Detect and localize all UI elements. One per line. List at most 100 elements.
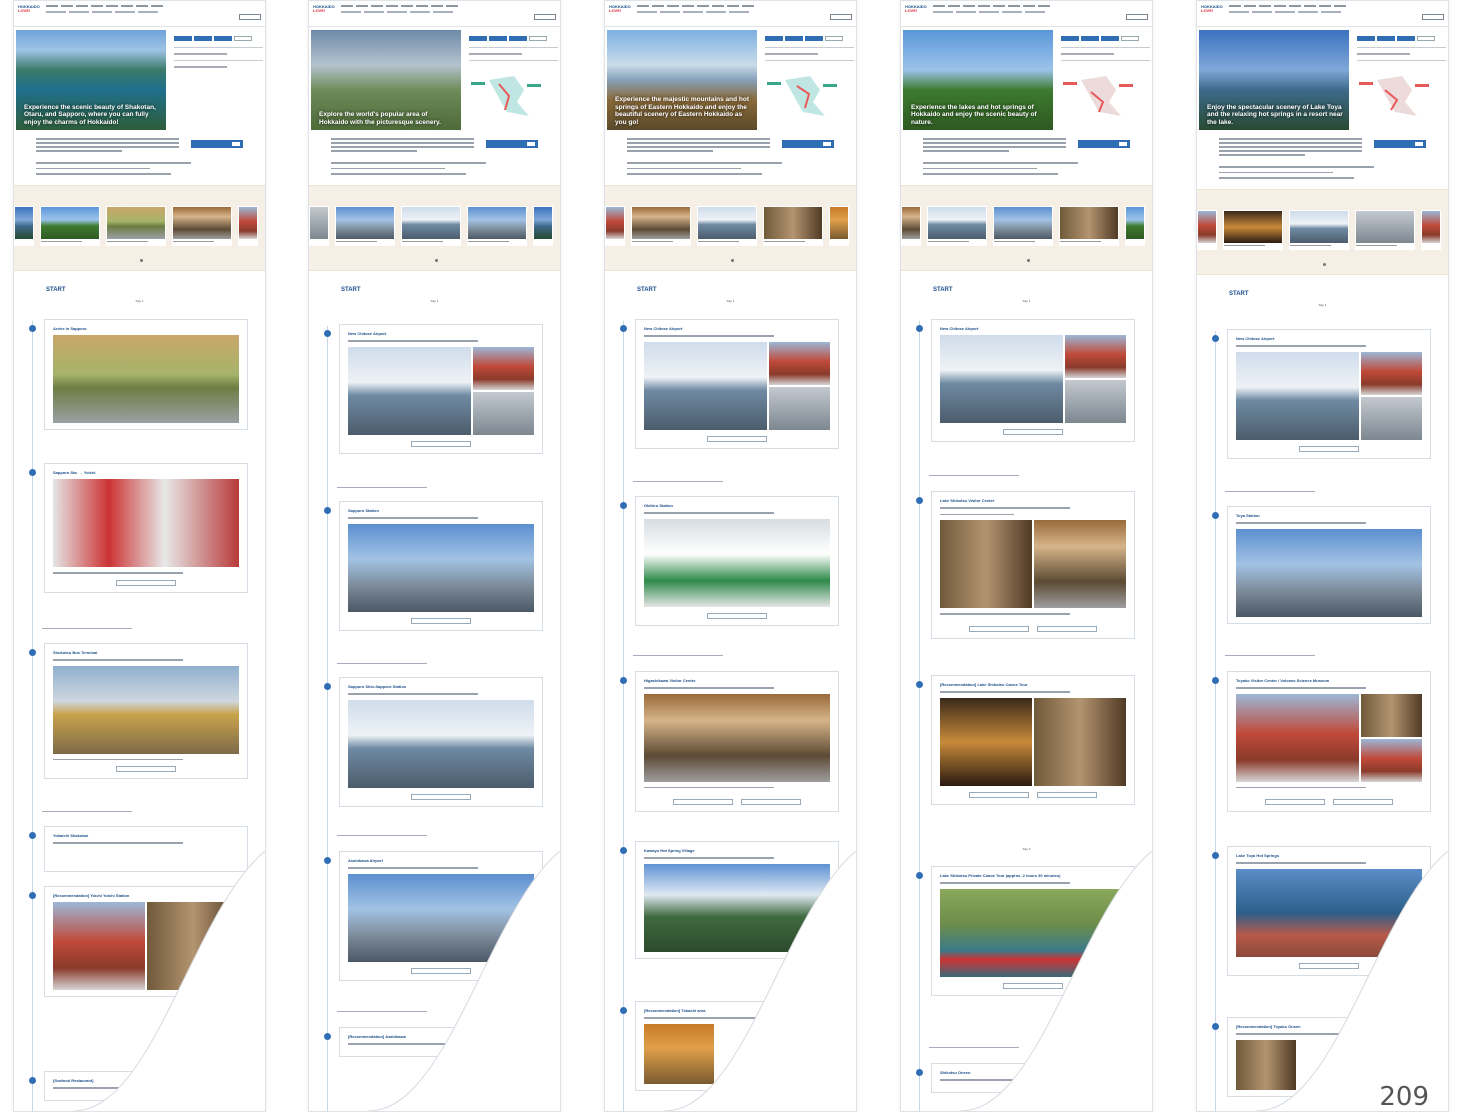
itinerary-panel-5: HOKKAIDO LOVE! Enjoy the spectacular scen… [1196, 0, 1449, 1112]
carousel-card[interactable] [1355, 209, 1415, 250]
details-button[interactable] [411, 793, 471, 800]
day-label: Day 1 [1022, 298, 1031, 303]
hero-image: Explore the world's popular area of Hokk… [311, 30, 461, 130]
header-search-button[interactable] [239, 14, 261, 20]
carousel-card[interactable] [309, 205, 329, 246]
details-button[interactable] [1299, 445, 1359, 452]
stop-card: Higashikawa Visitor Center [620, 671, 839, 812]
website-button[interactable] [1333, 799, 1393, 805]
site-logo[interactable]: HOKKAIDO LOVE! [18, 5, 42, 13]
day-label: Day 1 [1318, 302, 1327, 307]
website-button[interactable] [1037, 625, 1097, 632]
spots-carousel [901, 184, 1152, 271]
carousel-card[interactable] [1421, 209, 1441, 250]
stop-card: New Chitose Airport [620, 319, 839, 449]
header-search-button[interactable] [830, 14, 852, 20]
site-logo[interactable]: HOKKAIDO LOVE! [1201, 5, 1225, 13]
start-label: START [1229, 290, 1249, 297]
hero-tabs[interactable] [469, 36, 558, 41]
stop-card: Sapporo Station [324, 501, 543, 631]
route-map[interactable] [1061, 72, 1141, 122]
start-label: START [46, 286, 66, 293]
carousel-card[interactable] [1223, 209, 1283, 250]
carousel-card[interactable] [172, 205, 232, 246]
hero-tabs[interactable] [1357, 36, 1446, 41]
carousel-card[interactable] [1059, 205, 1119, 246]
site-logo[interactable]: HOKKAIDO LOVE! [609, 5, 633, 13]
details-button[interactable] [116, 579, 176, 586]
details-button[interactable] [411, 440, 471, 447]
carousel-card[interactable] [901, 205, 921, 246]
carousel-card[interactable] [335, 205, 395, 246]
route-map[interactable] [469, 72, 549, 122]
page-number: 209 [1379, 1082, 1429, 1112]
carousel-card[interactable] [238, 205, 258, 246]
details-button[interactable] [1265, 799, 1325, 805]
carousel-card[interactable] [605, 205, 625, 246]
carousel-card[interactable] [467, 205, 527, 246]
site-header: HOKKAIDO LOVE! [309, 1, 560, 27]
stop-card: Lake Shikotsu Visitor Center [916, 491, 1135, 639]
hero-tabs[interactable] [1061, 36, 1150, 41]
details-button[interactable] [969, 791, 1029, 798]
site-logo[interactable]: HOKKAIDO LOVE! [313, 5, 337, 13]
day-label: Day 1 [430, 298, 439, 303]
stop-card: Obihiro Station [620, 496, 839, 626]
header-search-button[interactable] [1422, 14, 1444, 20]
hero-tabs[interactable] [174, 36, 263, 41]
header-search-button[interactable] [534, 14, 556, 20]
stop-card: Arrive in Sapporo [29, 319, 248, 430]
site-header: HOKKAIDO LOVE! [605, 1, 856, 27]
spots-carousel [14, 184, 265, 271]
hero-image: Experience the majestic mountains and ho… [607, 30, 757, 130]
view-map-button[interactable] [191, 140, 243, 148]
spots-carousel [605, 184, 856, 271]
carousel-card[interactable] [1197, 209, 1217, 250]
start-label: START [933, 286, 953, 293]
carousel-card[interactable] [1125, 205, 1145, 246]
website-button[interactable] [1037, 791, 1097, 798]
carousel-indicator[interactable] [1026, 258, 1030, 262]
page-curl [960, 851, 1152, 1111]
carousel-card[interactable] [993, 205, 1053, 246]
carousel-card[interactable] [631, 205, 691, 246]
carousel-card[interactable] [401, 205, 461, 246]
details-button[interactable] [707, 435, 767, 442]
site-logo[interactable]: HOKKAIDO LOVE! [905, 5, 929, 13]
carousel-card[interactable] [533, 205, 553, 246]
page-curl [1256, 851, 1448, 1111]
carousel-card[interactable] [697, 205, 757, 246]
carousel-card[interactable] [1289, 209, 1349, 250]
stop-card: New Chitose Airport [1212, 329, 1431, 459]
hero-caption: Enjoy the spectacular scenery of Lake To… [1207, 103, 1343, 126]
carousel-card[interactable] [763, 205, 823, 246]
route-map[interactable] [765, 72, 845, 122]
hero-caption: Explore the world's popular area of Hokk… [319, 111, 441, 126]
details-button[interactable] [411, 617, 471, 624]
view-map-button[interactable] [782, 140, 834, 148]
route-map[interactable] [1357, 72, 1437, 122]
stop-card: Toya Station [1212, 506, 1431, 624]
details-button[interactable] [969, 625, 1029, 632]
details-button[interactable] [673, 799, 733, 805]
stop-card: Toyako Visitor Center / Volcano Science … [1212, 671, 1431, 812]
details-button[interactable] [1003, 429, 1063, 435]
carousel-indicator[interactable] [1322, 262, 1326, 266]
carousel-card[interactable] [927, 205, 987, 246]
carousel-card[interactable] [40, 205, 100, 246]
view-map-button[interactable] [1374, 140, 1426, 148]
carousel-card[interactable] [829, 205, 849, 246]
carousel-card[interactable] [106, 205, 166, 246]
carousel-indicator[interactable] [434, 258, 438, 262]
details-button[interactable] [116, 766, 176, 772]
website-button[interactable] [741, 799, 801, 805]
view-map-button[interactable] [1078, 140, 1130, 148]
view-map-button[interactable] [486, 140, 538, 148]
header-search-button[interactable] [1126, 14, 1148, 20]
details-button[interactable] [707, 612, 767, 619]
hero-tabs[interactable] [765, 36, 854, 41]
carousel-card[interactable] [14, 205, 34, 246]
carousel-indicator[interactable] [139, 258, 143, 262]
hero-image: Experience the scenic beauty of Shakotan… [16, 30, 166, 130]
carousel-indicator[interactable] [730, 258, 734, 262]
